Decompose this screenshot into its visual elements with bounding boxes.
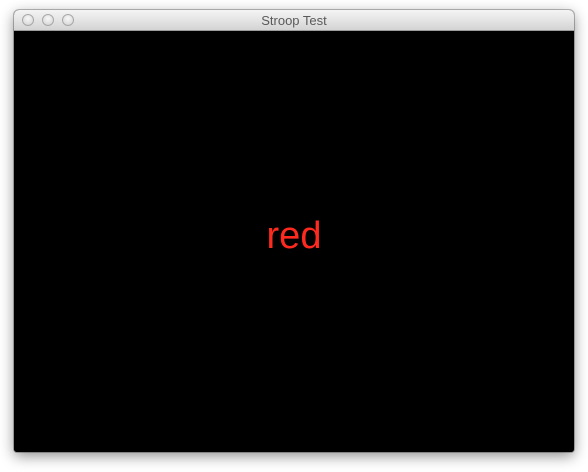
title-bar[interactable]: Stroop Test	[14, 10, 574, 31]
app-window: Stroop Test red	[14, 10, 574, 452]
stimulus-canvas: red	[14, 31, 574, 452]
window-title: Stroop Test	[261, 13, 327, 28]
stimulus-word: red	[266, 215, 322, 257]
